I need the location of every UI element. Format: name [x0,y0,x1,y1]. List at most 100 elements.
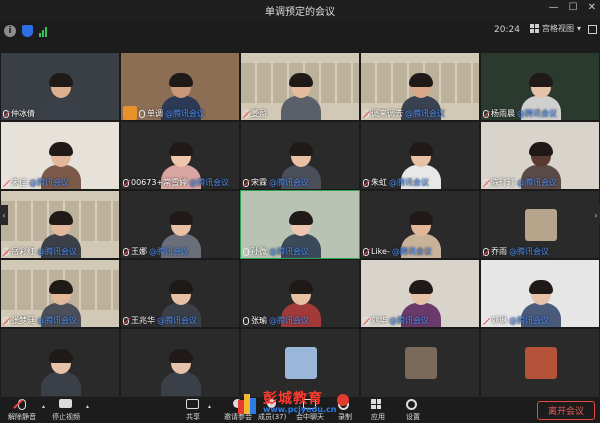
microphone-muted-icon [363,247,369,256]
watermark-title: 彭城教育 [263,391,323,407]
avatar [285,347,317,379]
participant-tile[interactable]: 乔雨 @腾讯会议 [480,190,600,259]
participant-tile[interactable]: 刘华 @腾讯会议 [360,259,480,328]
participant-tile[interactable]: 张瑜 @腾讯会议 [240,259,360,328]
participant-name: 00673+常雪婷 [131,178,188,187]
settings-button[interactable]: 设置 [406,399,420,422]
microphone-muted-icon [363,109,369,118]
participant-tile[interactable]: 宋霖 @腾讯会议 [240,121,360,190]
microphone-muted-icon [3,316,9,325]
participant-tile[interactable]: 陈玎玎 @腾讯会议 [480,121,600,190]
tencent-meeting-tag: @腾讯会议 [29,178,69,187]
info-icon[interactable]: i [4,25,16,37]
watermark-url: www.pcjyedu.cn [263,405,337,414]
microphone-muted-icon [243,178,249,187]
participant-label: 刘琳 @腾讯会议 [483,315,549,326]
participant-name: 乔雨 [491,247,507,256]
apps-button[interactable]: 应用 [371,399,385,422]
video-label: 停止视频 [52,413,80,421]
share-options-caret[interactable]: ▴ [208,403,211,410]
participant-tile[interactable]: 孙微 @腾讯会议 [240,190,360,259]
participant-label: 姜盈 [243,108,267,119]
participant-tile[interactable]: 仲冰倩 [0,52,120,121]
participant-name: 仲冰倩 [11,109,35,118]
microphone-muted-icon [483,316,489,325]
participant-tile[interactable]: 单调 @腾讯会议 [120,52,240,121]
participant-label: 张梦廷 @腾讯会议 [3,315,77,326]
tencent-meeting-tag: @腾讯会议 [149,247,189,256]
participant-name: 张瑜 [251,316,267,325]
tencent-meeting-tag: @腾讯会议 [157,316,197,325]
participant-label: 刘华 @腾讯会议 [363,315,429,326]
fullscreen-icon[interactable] [588,25,597,34]
tencent-meeting-tag: @腾讯会议 [269,178,309,187]
signal-icon[interactable] [39,26,47,37]
microphone-muted-icon [3,109,9,118]
share-button[interactable]: 共享 [186,399,200,422]
participant-name: 朱虹 [371,178,387,187]
participant-tile[interactable]: 00673+常雪婷 @腾讯会议 [120,121,240,190]
minimize-icon[interactable]: — [549,2,559,13]
participant-tile-unlabeled[interactable] [0,328,120,397]
participant-tile[interactable]: 宋佳 @腾讯会议 [0,121,120,190]
participant-label: 00673+常雪婷 @腾讯会议 [123,177,229,188]
participant-tile-unlabeled[interactable] [480,328,600,397]
participant-tile[interactable]: 岳彩红 @腾讯会议 [0,190,120,259]
participant-name: 杨雨晨 [491,109,515,118]
mute-button[interactable]: 解除静音 [8,399,36,422]
title-bar: 单调预定的会议 — ☐ ✕ [0,0,600,20]
participant-name: 王兆华 [131,316,155,325]
view-label: 宫格视图 [542,24,574,33]
close-icon[interactable]: ✕ [588,2,596,13]
participant-name: 单调 [147,109,163,118]
microphone-muted-icon [363,178,369,187]
microphone-icon [139,109,145,118]
participant-tile[interactable]: 王娜 @腾讯会议 [120,190,240,259]
participant-label: 朱虹 @腾讯会议 [363,177,429,188]
shield-icon[interactable] [22,25,33,37]
next-page-button[interactable]: › [592,205,600,225]
participant-label: 宋佳 @腾讯会议 [3,177,69,188]
camera-icon [59,399,72,408]
participant-label: 王兆华 @腾讯会议 [123,315,197,326]
microphone-muted-icon [3,178,9,187]
participant-name: 宋霖 [251,178,267,187]
watermark-logo-icon [238,392,260,414]
participant-name: 王娜 [131,247,147,256]
participant-tile[interactable]: Like- @腾讯会议 [360,190,480,259]
maximize-icon[interactable]: ☐ [569,2,578,13]
view-toggle-button[interactable]: 宫格视图 ▾ [530,23,581,34]
prev-page-button[interactable]: ‹ [0,205,8,225]
microphone-muted-icon [483,109,489,118]
watermark-seal-icon [337,394,350,406]
participant-tile[interactable]: 姜盈 [240,52,360,121]
leave-meeting-button[interactable]: 离开会议 [537,401,595,420]
participant-tile[interactable]: 张梦廷 @腾讯会议 [0,259,120,328]
participant-tile[interactable]: 杨雨晨 @腾讯会议 [480,52,600,121]
window-title: 单调预定的会议 [265,6,335,18]
microphone-muted-icon [18,399,26,410]
participant-tile-unlabeled[interactable] [120,328,240,397]
tencent-meeting-tag: @腾讯会议 [37,247,77,256]
microphone-muted-icon [3,247,9,256]
participant-tile[interactable]: 王兆华 @腾讯会议 [120,259,240,328]
participant-tile[interactable]: 刘琳 @腾讯会议 [480,259,600,328]
participant-name: 岳彩红 [11,247,35,256]
participant-name: 孙微 [251,247,267,256]
participant-tile-unlabeled[interactable] [360,328,480,397]
participant-tile[interactable]: 调来调去 @腾讯会议 [360,52,480,121]
tencent-meeting-tag: @腾讯会议 [37,316,77,325]
participant-tile[interactable]: 朱虹 @腾讯会议 [360,121,480,190]
video-button[interactable]: 停止视频 [52,399,80,422]
video-options-caret[interactable]: ▴ [86,403,89,410]
tencent-meeting-tag: @腾讯会议 [269,247,309,256]
microphone-muted-icon [363,316,369,325]
apps-icon [371,399,381,409]
mute-options-caret[interactable]: ▴ [42,403,45,410]
tencent-meeting-tag: @腾讯会议 [517,109,557,118]
gear-icon [406,399,417,410]
microphone-muted-icon [243,109,249,118]
participant-tile-unlabeled[interactable] [240,328,360,397]
settings-label: 设置 [406,413,420,421]
participant-video-feed [41,73,81,120]
